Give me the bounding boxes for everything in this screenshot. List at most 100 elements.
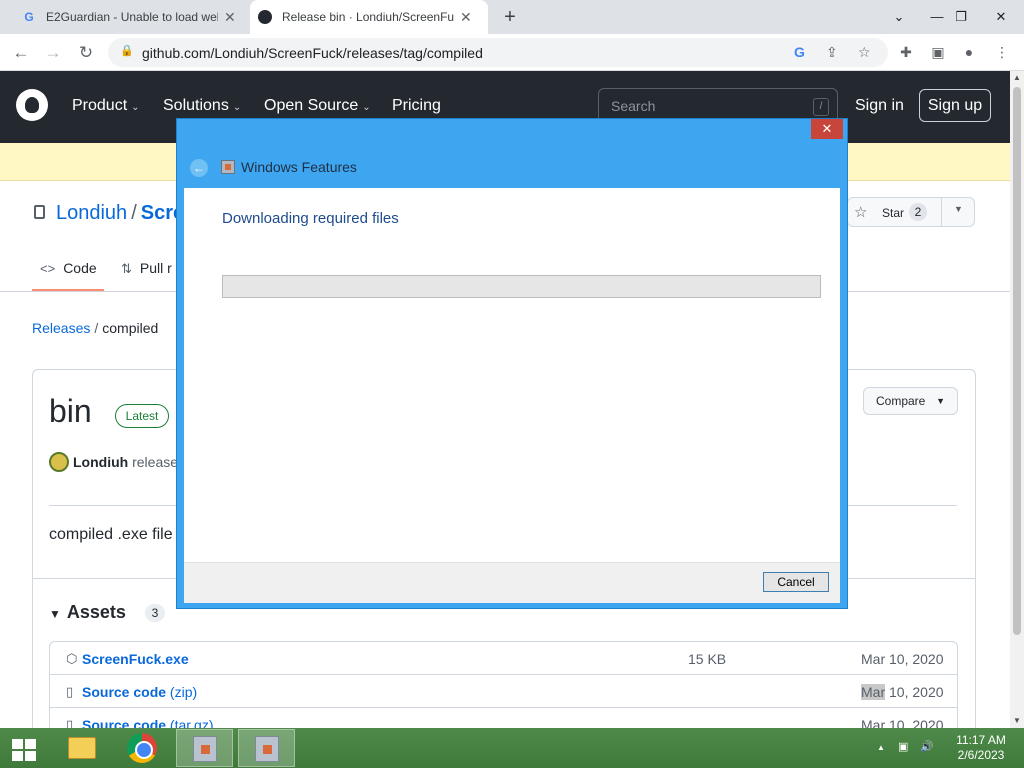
back-arrow-icon[interactable]: ← (190, 159, 208, 177)
compare-button[interactable]: Compare ▼ (863, 387, 958, 415)
file-zip-icon: ▯ (66, 684, 74, 699)
tab-search-icon[interactable]: ⌄ (882, 0, 916, 34)
nav-solutions[interactable]: Solutions ⌄ (163, 97, 241, 115)
assets-heading[interactable]: ▼ Assets (49, 602, 126, 623)
dialog-content: Downloading required files (184, 188, 840, 562)
windows-features-taskbar-item-2[interactable] (238, 729, 295, 767)
address-bar[interactable]: 🔒 github.com/Londiuh/ScreenFuck/releases… (108, 38, 888, 67)
windows-features-icon (221, 160, 235, 174)
profile-icon[interactable]: ● (958, 41, 980, 63)
star-count: 2 (909, 203, 927, 221)
windows-features-icon (255, 736, 279, 762)
dialog-footer: Cancel (184, 562, 840, 603)
dialog-title: Windows Features (241, 159, 357, 175)
scroll-up-icon[interactable]: ▲ (1010, 71, 1024, 85)
package-icon: ⬡ (66, 651, 78, 666)
extensions-icon[interactable]: ✚ (895, 41, 917, 63)
bookmark-star-icon[interactable]: ☆ (858, 44, 871, 61)
tab-close-icon[interactable]: ✕ (224, 9, 236, 26)
github-logo-icon[interactable] (16, 89, 48, 121)
chevron-down-icon: ▼ (936, 396, 945, 406)
menu-kebab-icon[interactable]: ⋮ (991, 41, 1013, 63)
asset-link[interactable]: ScreenFuck.exe (82, 651, 189, 667)
sign-up-button[interactable]: Sign up (919, 89, 991, 122)
side-panel-icon[interactable]: ▣ (927, 41, 949, 63)
scroll-down-icon[interactable]: ▼ (1010, 714, 1024, 728)
asset-link[interactable]: Source code (zip) (82, 684, 197, 700)
share-icon[interactable]: ⇪ (826, 44, 838, 61)
google-favicon-icon: G (24, 10, 34, 24)
list-item: ⬡ ScreenFuck.exe 15 KB Mar 10, 2020 (50, 642, 957, 675)
breadcrumb-releases-link[interactable]: Releases (32, 320, 90, 336)
windows-features-dialog: ✕ ← Windows Features Downloading require… (176, 118, 848, 609)
chevron-down-icon: ⌄ (131, 102, 140, 113)
download-progress-bar (222, 275, 821, 298)
taskbar-clock[interactable]: 11:17 AM 2/6/2023 (950, 733, 1012, 763)
nav-pricing[interactable]: Pricing (392, 97, 441, 115)
search-placeholder: Search (611, 98, 656, 114)
active-tab-underline (32, 289, 104, 291)
chevron-down-icon: ⌄ (362, 102, 371, 113)
repo-icon (34, 205, 45, 219)
file-explorer-taskbar-item[interactable] (53, 729, 110, 767)
code-icon: <> (40, 261, 56, 276)
windows-features-icon (193, 736, 217, 762)
start-button[interactable] (4, 732, 44, 764)
star-icon: ☆ (854, 204, 868, 221)
tab-title: E2Guardian - Unable to load web (46, 10, 218, 24)
url-text: github.com/Londiuh/ScreenFuck/releases/t… (142, 45, 483, 61)
avatar[interactable] (49, 452, 69, 472)
release-body: compiled .exe file (49, 526, 173, 543)
release-title: bin (49, 393, 92, 429)
page-scrollbar[interactable]: ▲ ▼ (1010, 71, 1024, 728)
browser-toolbar: ← → ↻ 🔒 github.com/Londiuh/ScreenFuck/re… (0, 34, 1024, 71)
asset-date: Mar 10, 2020 (861, 651, 944, 667)
restore-button[interactable]: ❐ (944, 0, 978, 34)
dialog-status-message: Downloading required files (222, 210, 399, 227)
repo-owner-link[interactable]: Londiuh (56, 202, 127, 224)
chevron-down-icon: ⌄ (232, 102, 242, 113)
chevron-down-icon[interactable]: ▼ (954, 204, 963, 214)
windows-features-taskbar-item[interactable] (176, 729, 233, 767)
nav-product[interactable]: Product ⌄ (72, 97, 140, 115)
back-arrow-icon[interactable]: ← (8, 40, 34, 66)
volume-icon[interactable]: 🔊 (920, 740, 934, 753)
google-lens-icon[interactable]: G (794, 44, 805, 60)
clock-date: 2/6/2023 (957, 748, 1005, 762)
breadcrumb-current: compiled (102, 320, 159, 336)
scrollbar-thumb[interactable] (1013, 87, 1021, 635)
browser-tab-strip: G E2Guardian - Unable to load web ✕ Rele… (0, 0, 1024, 34)
show-hidden-icons-icon[interactable]: ▲ (877, 743, 885, 752)
nav-open-source[interactable]: Open Source ⌄ (264, 97, 371, 115)
list-item: ▯ Source code (zip) Mar 10, 2020 (50, 675, 957, 708)
breadcrumb: Releases / compiled (32, 320, 159, 336)
tab-code[interactable]: <> Code (40, 260, 97, 276)
assets-count-badge: 3 (145, 604, 165, 622)
cancel-button[interactable]: Cancel (763, 572, 829, 592)
network-icon[interactable]: ▣ (898, 740, 908, 753)
lock-icon: 🔒 (120, 45, 134, 57)
triangle-down-icon: ▼ (49, 607, 61, 621)
dialog-close-button[interactable]: ✕ (811, 119, 843, 139)
search-shortcut-badge: / (813, 98, 829, 116)
star-label: Star (882, 206, 905, 220)
close-window-button[interactable]: ✕ (984, 0, 1018, 34)
chrome-taskbar-item[interactable] (114, 729, 171, 767)
folder-icon (68, 737, 96, 759)
reload-icon[interactable]: ↻ (73, 40, 99, 66)
browser-tab-e2guardian[interactable]: G E2Guardian - Unable to load web ✕ (14, 0, 250, 34)
browser-tab-github-release[interactable]: Release bin · Londiuh/ScreenFuck ✕ (250, 0, 488, 34)
sign-in-link[interactable]: Sign in (855, 97, 904, 115)
asset-size: 15 KB (688, 651, 727, 667)
github-favicon-icon (258, 10, 272, 24)
release-author: Londiuh releasec (73, 454, 186, 470)
new-tab-button[interactable]: + (498, 5, 522, 29)
star-button[interactable]: ☆ Star 2 ▼ (847, 197, 975, 227)
tab-pull-requests[interactable]: ⇅ Pull r (121, 260, 172, 277)
asset-date: Mar 10, 2020 (861, 684, 944, 700)
assets-list: ⬡ ScreenFuck.exe 15 KB Mar 10, 2020 ▯ So… (49, 641, 958, 741)
forward-arrow-icon[interactable]: → (40, 40, 66, 66)
windows-taskbar: ▲ ▣ 🔊 11:17 AM 2/6/2023 (0, 728, 1024, 768)
tab-close-icon[interactable]: ✕ (460, 9, 472, 26)
author-link[interactable]: Londiuh (73, 454, 128, 470)
